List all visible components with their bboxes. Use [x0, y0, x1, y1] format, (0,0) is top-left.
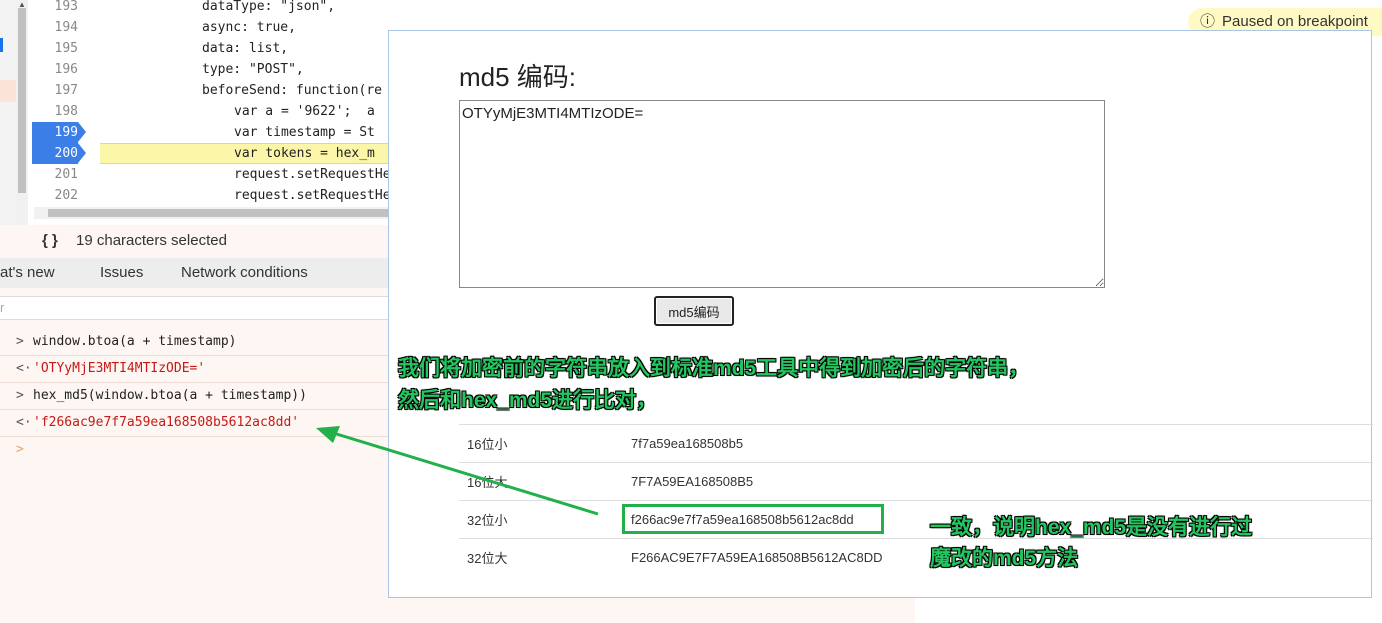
- line-number[interactable]: 202: [32, 185, 78, 206]
- tab-whats-new[interactable]: at's new: [0, 264, 55, 281]
- code-text: var a = '9622'; a: [234, 104, 375, 119]
- result-value: 7f7a59ea168508b5: [631, 424, 1373, 463]
- console-text: window.btoa(a + timestamp): [33, 334, 237, 349]
- code-text: var timestamp = St: [234, 125, 375, 140]
- line-number[interactable]: 193: [32, 0, 78, 17]
- console-text: hex_md5(window.btoa(a + timestamp)): [33, 388, 307, 403]
- breakpoint-line-number[interactable]: 200: [32, 143, 86, 164]
- input-prompt-icon: >: [16, 334, 24, 349]
- md5-title: md5 编码:: [459, 62, 577, 92]
- code-text: dataType: "json",: [202, 0, 336, 14]
- annotation-text: 然后和hex_md5进行比对，: [398, 389, 658, 412]
- breakpoint-line-number[interactable]: 199: [32, 122, 86, 143]
- result-key: 16位小: [459, 424, 631, 463]
- annotation-text: 魔改的md5方法: [930, 547, 1079, 570]
- tab-network-conditions[interactable]: Network conditions: [181, 264, 308, 281]
- code-line: 193 dataType: "json",: [0, 0, 915, 17]
- result-key: 32位大: [459, 538, 631, 576]
- input-prompt-icon: >: [16, 442, 24, 457]
- result-value: 7F7A59EA168508B5: [631, 462, 1373, 501]
- table-row: 16位小 7f7a59ea168508b5: [459, 424, 1373, 463]
- input-prompt-icon: >: [16, 388, 24, 403]
- line-number[interactable]: 196: [32, 59, 78, 80]
- pretty-print-icon[interactable]: { }: [42, 228, 58, 254]
- code-text: request.setRequestHe: [234, 167, 391, 182]
- table-row: 32位大 F266AC9E7F7A59EA168508B5612AC8DD: [459, 538, 1373, 576]
- console-text: 'OTYyMjE3MTI4MTIzODE=': [33, 361, 206, 376]
- code-text: request.setRequestHe: [234, 188, 391, 203]
- line-number[interactable]: 194: [32, 17, 78, 38]
- result-key: 32位小: [459, 500, 631, 539]
- line-number[interactable]: 198: [32, 101, 78, 122]
- match-highlight-box: [622, 504, 884, 534]
- line-number[interactable]: 195: [32, 38, 78, 59]
- md5-results-table: 16位小 7f7a59ea168508b5 16位大 7F7A59EA16850…: [459, 424, 1373, 576]
- tab-issues[interactable]: Issues: [100, 264, 143, 281]
- code-text: var tokens = hex_m: [234, 146, 375, 161]
- output-prompt-icon: <·: [16, 415, 32, 430]
- console-text: 'f266ac9e7f7a59ea168508b5612ac8dd': [33, 415, 300, 430]
- md5-input-textarea[interactable]: OTYyMjE3MTI4MTIzODE=: [459, 100, 1105, 288]
- table-row: 16位大 7F7A59EA168508B5: [459, 462, 1373, 501]
- result-key: 16位大: [459, 462, 631, 501]
- output-prompt-icon: <·: [16, 361, 32, 376]
- line-number[interactable]: 197: [32, 80, 78, 101]
- code-text: async: true,: [202, 20, 296, 35]
- md5-encode-button[interactable]: md5编码: [654, 296, 734, 326]
- filter-placeholder: r: [0, 300, 5, 315]
- annotation-text: 一致，说明hex_md5是没有进行过: [930, 516, 1253, 539]
- selection-status: 19 characters selected: [76, 232, 227, 249]
- code-text: data: list,: [202, 41, 289, 56]
- annotation-text: 我们将加密前的字符串放入到标准md5工具中得到加密后的字符串，: [398, 357, 1030, 380]
- code-text: type: "POST",: [202, 62, 304, 77]
- code-text: beforeSend: function(re: [202, 83, 383, 98]
- line-number[interactable]: 201: [32, 164, 78, 185]
